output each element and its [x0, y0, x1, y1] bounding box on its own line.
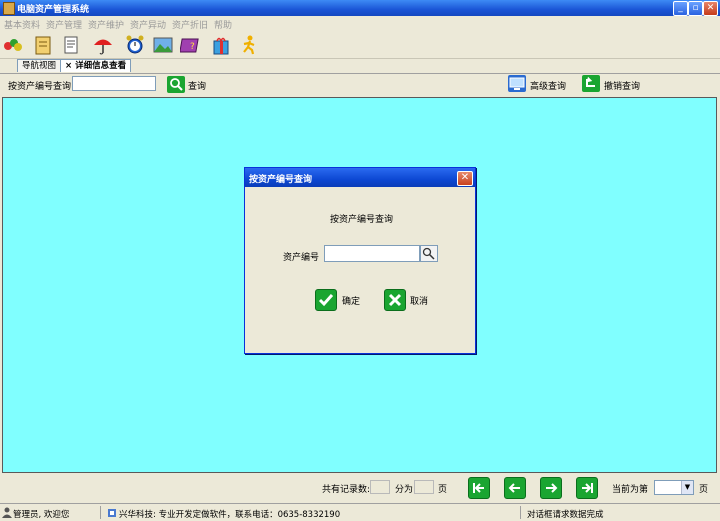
window-title: 电脑资产管理系统 [17, 5, 90, 15]
serial-field-label: 资产编号 [283, 253, 320, 263]
menu-asset-management[interactable]: 资产管理 [46, 18, 82, 31]
previous-page-button[interactable] [504, 477, 526, 499]
runner-exit-icon[interactable] [238, 34, 260, 56]
serial-lookup-button[interactable] [420, 245, 438, 262]
app-icon [3, 2, 15, 15]
left-arrow-icon [508, 483, 520, 493]
next-page-button[interactable] [540, 477, 562, 499]
group-icon[interactable] [2, 34, 24, 56]
cancel-button-label[interactable]: 取消 [410, 294, 428, 307]
record-count-label: 共有记录数: [322, 485, 371, 495]
dialog-title: 按资产编号查询 [249, 175, 313, 185]
status-company: 兴华科技: 专业开发定做软件，联系电话：0635-8332190 [119, 510, 341, 520]
menu-help[interactable]: 帮助 [214, 18, 232, 31]
serial-search-dialog: 按资产编号查询 ✕ 按资产编号查询 资产编号 确定 取消 [244, 167, 476, 354]
landscape-picture-icon[interactable] [152, 34, 174, 56]
company-icon [108, 509, 116, 517]
status-separator [520, 506, 521, 519]
search-button[interactable] [167, 76, 185, 93]
help-book-icon[interactable]: ? [180, 34, 202, 56]
tab-navigation-view[interactable]: 导航视图 [17, 59, 62, 72]
alarm-clock-icon[interactable] [124, 34, 146, 56]
search-icon [170, 78, 183, 91]
status-bar: 管理员, 欢迎您 兴华科技: 专业开发定做软件，联系电话：0635-833219… [0, 503, 720, 521]
current-page-unit: 页 [699, 485, 709, 495]
pages-split-label: 分为 [395, 485, 414, 495]
ok-button[interactable] [315, 289, 337, 311]
undo-arrow-icon [586, 76, 595, 87]
tab-detail-view[interactable]: × 详细信息查看 [60, 59, 132, 72]
serial-query-label: 按资产编号查询 [8, 82, 72, 92]
first-page-icon [473, 483, 484, 493]
status-separator [100, 506, 101, 519]
advanced-query-button[interactable] [508, 75, 526, 92]
page-count-value [414, 480, 434, 494]
last-page-button[interactable] [576, 477, 598, 499]
monitor-icon [509, 77, 525, 90]
cancel-query-label[interactable]: 撤销查询 [604, 79, 640, 92]
cancel-button[interactable] [384, 289, 406, 311]
dialog-title-bar: 按资产编号查询 ✕ [245, 168, 475, 187]
close-button[interactable]: ✕ [703, 1, 718, 16]
current-page-select[interactable]: ▼ [654, 480, 694, 495]
status-message: 对话框请求数据完成 [527, 510, 604, 520]
cancel-query-button[interactable] [582, 75, 600, 92]
tab-bar: 导航视图 × 详细信息查看 [0, 59, 720, 73]
umbrella-icon[interactable] [92, 34, 114, 56]
page-unit-label: 页 [438, 485, 448, 495]
serial-query-input[interactable] [72, 76, 156, 91]
advanced-query-label[interactable]: 高级查询 [530, 79, 566, 92]
magnifier-icon [422, 247, 435, 260]
menu-basic-data[interactable]: 基本资料 [4, 18, 40, 31]
svg-text:?: ? [190, 42, 195, 52]
notebook-icon[interactable] [32, 34, 54, 56]
minimize-button[interactable]: _ [673, 1, 688, 16]
ok-button-label[interactable]: 确定 [342, 294, 360, 307]
title-bar: 电脑资产管理系统 _ ▫ ✕ [0, 0, 720, 16]
tab-detail-label: 详细信息查看 [75, 61, 127, 71]
menu-bar: 基本资料 资产管理 资产维护 资产异动 资产折旧 帮助 [0, 16, 720, 32]
current-page-label: 当前为第 [612, 485, 649, 495]
menu-asset-depreciation[interactable]: 资产折旧 [172, 18, 208, 31]
menu-asset-change[interactable]: 资产异动 [130, 18, 166, 31]
dialog-heading: 按资产编号查询 [330, 215, 394, 225]
checkmark-icon [318, 294, 334, 307]
right-arrow-icon [546, 483, 558, 493]
restore-button[interactable]: ▫ [688, 1, 703, 16]
serial-field-input[interactable] [324, 245, 420, 262]
user-icon [2, 507, 12, 518]
pagination-bar: 共有记录数: 分为 页 当前为第 ▼ 页 [0, 472, 720, 500]
dropdown-arrow-icon[interactable]: ▼ [681, 481, 693, 494]
menu-asset-maintenance[interactable]: 资产维护 [88, 18, 124, 31]
gift-box-icon[interactable] [210, 34, 232, 56]
tab-close-icon[interactable]: × [65, 61, 72, 71]
last-page-icon [582, 483, 593, 493]
cross-icon [388, 293, 402, 307]
status-user: 管理员, 欢迎您 [13, 510, 70, 520]
toolbar: ? [0, 32, 720, 59]
document-icon[interactable] [60, 34, 82, 56]
first-page-button[interactable] [468, 477, 490, 499]
record-count-value [370, 480, 390, 494]
dialog-close-button[interactable]: ✕ [457, 171, 473, 186]
query-bar: 按资产编号查询 查询 高级查询 撤销查询 [0, 73, 720, 96]
search-button-label[interactable]: 查询 [188, 79, 206, 92]
